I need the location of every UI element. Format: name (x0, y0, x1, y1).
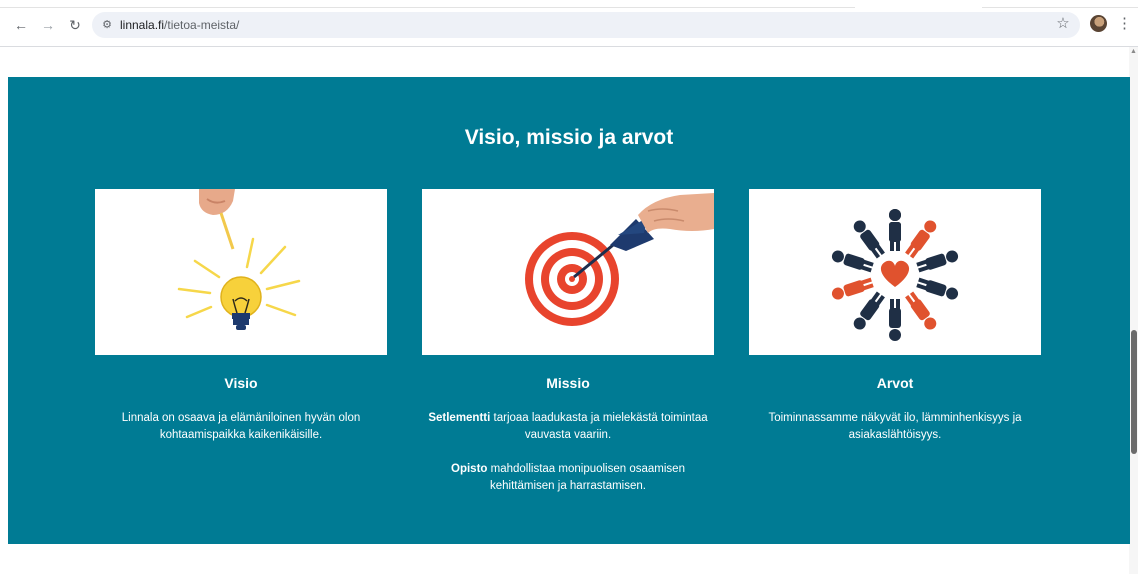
kebab-menu-icon[interactable]: ⋮ (1117, 14, 1132, 34)
opisto-text: mahdollistaa monipuolisen osaamisen kehi… (487, 463, 685, 492)
missio-paragraph-2: Opisto mahdollistaa monipuolisen osaamis… (422, 461, 714, 495)
address-bar[interactable]: ⚙ linnala.fi/tietoa-meista/ (92, 12, 1080, 38)
visio-paragraph: Linnala on osaava ja elämäniloinen hyvän… (121, 412, 361, 441)
card-text-arvot: Toiminnassamme näkyvät ilo, lämminhenkis… (749, 410, 1041, 461)
section-title: Visio, missio ja arvot (464, 126, 674, 149)
avatar[interactable] (1090, 15, 1107, 32)
browser-toolbar: ← → ↻ ⚙ linnala.fi/tietoa-meista/ ☆ ⋮ (0, 0, 1138, 47)
card-text-visio: Linnala on osaava ja elämäniloinen hyvän… (95, 410, 387, 461)
arrow-left-icon: ← (14, 17, 28, 33)
scrollbar-thumb[interactable] (1131, 330, 1137, 454)
people-circle-heart-illustration (749, 189, 1041, 355)
card-title-visio: Visio (224, 375, 258, 391)
card-title-arvot: Arvot (876, 375, 914, 391)
reload-button[interactable]: ↻ (67, 17, 83, 33)
dart-target-photo (422, 189, 714, 355)
missio-paragraph-1: Setlementti tarjoaa laadukasta ja mielek… (422, 410, 714, 444)
url-text: linnala.fi/tietoa-meista/ (120, 18, 239, 32)
scroll-up-arrow-icon[interactable]: ▲ (1129, 47, 1138, 57)
url-path: /tietoa-meista/ (164, 18, 240, 32)
tab-strip-edge (0, 0, 1138, 8)
opisto-strong: Opisto (451, 463, 488, 475)
tune-icon[interactable]: ⚙ (100, 18, 114, 32)
card-title-missio: Missio (546, 375, 590, 391)
url-host: linnala.fi (120, 18, 165, 32)
forward-button[interactable]: → (40, 17, 56, 33)
card-text-missio: Setlementti tarjoaa laadukasta ja mielek… (422, 410, 714, 512)
arrow-right-icon: → (41, 17, 55, 33)
star-icon[interactable]: ☆ (1054, 14, 1072, 34)
lightbulb-illustration (95, 189, 387, 355)
setlementti-strong: Setlementti (428, 412, 491, 424)
reload-icon: ↻ (69, 17, 81, 33)
page-scrollbar[interactable]: ▲ (1129, 47, 1138, 574)
back-button[interactable]: ← (13, 17, 29, 33)
setlementti-text: tarjoaa laadukasta ja mielekästä toimint… (490, 412, 708, 441)
values-section: Visio, missio ja arvot Visio Linnala on … (8, 77, 1130, 544)
arvot-paragraph: Toiminnassamme näkyvät ilo, lämminhenkis… (768, 412, 1022, 441)
